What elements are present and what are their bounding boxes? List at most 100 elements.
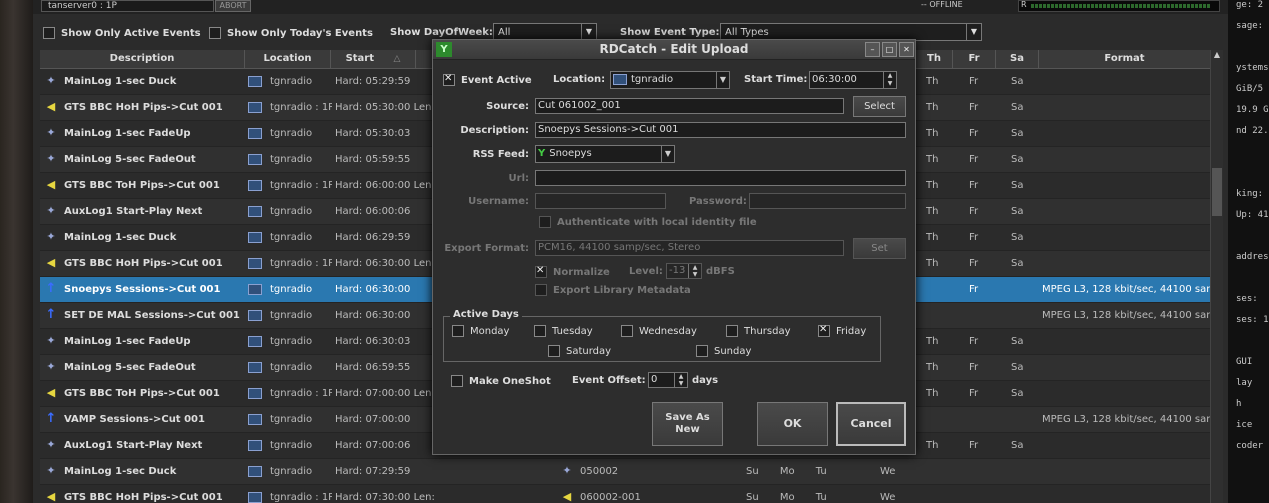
dialog-titlebar[interactable]: Y RDCatch - Edit Upload – □ ✕ xyxy=(433,40,915,60)
row-description: ↑ Snoepys Sessions->Cut 001 xyxy=(44,277,244,302)
col-sa[interactable]: Sa xyxy=(996,50,1039,68)
row-start: Hard: 06:30:03 xyxy=(335,336,411,347)
col-format[interactable]: Format xyxy=(1039,50,1210,68)
terminal-line: coder xyxy=(1236,441,1264,451)
day-tuesday[interactable]: Tuesday xyxy=(534,325,593,337)
monitor-icon xyxy=(248,179,262,191)
row-day-sa: Sa xyxy=(1011,388,1024,399)
auth-checkbox[interactable] xyxy=(539,216,551,228)
ok-button[interactable]: OK xyxy=(757,402,828,446)
event-active-option[interactable]: Event Active xyxy=(443,73,532,86)
day-thursday[interactable]: Thursday xyxy=(726,325,791,337)
wednesday-checkbox[interactable] xyxy=(621,325,633,337)
minimize-icon[interactable]: – xyxy=(865,42,880,57)
day-wednesday[interactable]: Wednesday xyxy=(621,325,697,337)
username-label: Username: xyxy=(468,196,529,207)
thursday-checkbox[interactable] xyxy=(726,325,738,337)
table-row[interactable]: ◀ GTS BBC HoH Pips->Cut 001 tgnradio : 1P H… xyxy=(40,485,1210,503)
scroll-up-icon[interactable]: ▲ xyxy=(1211,50,1223,62)
friday-checkbox[interactable] xyxy=(818,324,830,337)
sort-asc-icon: △ xyxy=(393,54,401,64)
oneshot-option[interactable]: Make OneShot xyxy=(451,375,551,387)
row-day-sa: Sa xyxy=(1011,232,1024,243)
show-today-filter[interactable]: Show Only Today's Events xyxy=(209,27,373,39)
row-start: Hard: 05:59:55 xyxy=(335,154,411,165)
saturday-checkbox[interactable] xyxy=(548,345,560,357)
row-day-th: Th xyxy=(926,102,939,113)
location-select[interactable]: tgnradio ▼ xyxy=(610,71,730,89)
export-format-input[interactable]: PCM16, 44100 samp/sec, Stereo xyxy=(535,240,844,256)
row-description-text: GTS BBC HoH Pips->Cut 001 xyxy=(64,102,223,113)
row-format xyxy=(1042,95,1210,120)
save-as-new-button[interactable]: Save As New xyxy=(652,402,723,446)
level-input[interactable]: -13 ▲ ▼ xyxy=(666,263,702,279)
row-description-text: MainLog 1-sec Duck xyxy=(64,76,177,87)
cancel-button[interactable]: Cancel xyxy=(836,402,906,446)
row-location: tgnradio xyxy=(248,329,332,354)
row-description-text: MainLog 1-sec FadeUp xyxy=(64,128,191,139)
table-row[interactable]: ✦ MainLog 1-sec Duck tgnradio Hard: 07:29:5… xyxy=(40,459,1210,485)
normalize-checkbox[interactable] xyxy=(535,265,547,278)
row-description: ◀ GTS BBC ToH Pips->Cut 001 xyxy=(44,381,244,406)
description-input[interactable]: Snoepys Sessions->Cut 001 xyxy=(535,122,906,138)
table-scrollbar[interactable]: ▲ xyxy=(1210,50,1223,503)
row-description-text: AuxLog1 Start-Play Next xyxy=(64,440,203,451)
oneshot-checkbox[interactable] xyxy=(451,375,463,387)
col-start[interactable]: Start △ xyxy=(331,50,416,68)
export-metadata-option[interactable]: Export Library Metadata xyxy=(535,284,691,296)
row-day-th: Th xyxy=(926,154,939,165)
normalize-option[interactable]: Normalize xyxy=(535,265,610,278)
spin-icon[interactable]: ▲ ▼ xyxy=(688,264,701,278)
show-active-checkbox[interactable] xyxy=(43,27,55,39)
monitor-icon xyxy=(248,413,262,425)
show-today-checkbox[interactable] xyxy=(209,27,221,39)
rss-feed-select[interactable]: Y Snoepys ▼ xyxy=(535,145,675,163)
deck-status: -- OFFLINE xyxy=(921,0,963,9)
start-time-input[interactable]: 06:30:00 ▲ ▼ xyxy=(809,71,897,89)
scrollbar-thumb[interactable] xyxy=(1212,168,1222,216)
spin-icon[interactable]: ▲ ▼ xyxy=(883,72,896,88)
sunday-checkbox[interactable] xyxy=(696,345,708,357)
event-active-checkbox[interactable] xyxy=(443,73,455,86)
select-button[interactable]: Select xyxy=(853,96,906,117)
source-input[interactable]: Cut 061002_001 xyxy=(535,98,844,114)
row-day-th: Th xyxy=(926,258,939,269)
rss-feed-label: RSS Feed: xyxy=(472,149,529,160)
row-format: MPEG L3, 128 kbit/sec, 44100 sam xyxy=(1042,310,1210,321)
col-th[interactable]: Th xyxy=(916,50,953,68)
url-input[interactable] xyxy=(535,170,906,186)
monday-checkbox[interactable] xyxy=(452,325,464,337)
export-metadata-checkbox[interactable] xyxy=(535,284,547,296)
dow-value: All xyxy=(498,27,511,38)
col-fr[interactable]: Fr xyxy=(953,50,996,68)
dbfs-label: dBFS xyxy=(706,266,735,277)
maximize-icon[interactable]: □ xyxy=(882,42,897,57)
day-monday[interactable]: Monday xyxy=(452,325,509,337)
spin-icon[interactable]: ▲ ▼ xyxy=(674,373,687,387)
day-friday[interactable]: Friday xyxy=(818,324,866,337)
speaker-icon: ◀ xyxy=(46,178,56,191)
row-format: MPEG L3, 128 kbit/sec, 44100 sam xyxy=(1042,284,1210,295)
set-button[interactable]: Set xyxy=(853,238,906,259)
active-days-group: Active Days Monday Tuesday Wednesday Thu… xyxy=(443,309,881,362)
row-day-th: Th xyxy=(926,180,939,191)
monitor-icon xyxy=(248,153,262,165)
password-input[interactable] xyxy=(749,193,906,209)
username-input[interactable] xyxy=(535,193,666,209)
row-description-text: GTS BBC ToH Pips->Cut 001 xyxy=(64,180,220,191)
show-active-filter[interactable]: Show Only Active Events xyxy=(43,27,201,39)
abort-button[interactable]: ABORT xyxy=(215,0,251,12)
day-saturday[interactable]: Saturday xyxy=(548,345,611,357)
tuesday-checkbox[interactable] xyxy=(534,325,546,337)
col-description[interactable]: Description xyxy=(40,50,245,68)
start-time-label: Start Time: xyxy=(744,74,808,85)
row-day-sa: Sa xyxy=(1011,336,1024,347)
close-icon[interactable]: ✕ xyxy=(899,42,914,57)
event-offset-input[interactable]: 0 ▲ ▼ xyxy=(648,372,688,388)
row-description: ✦ MainLog 1-sec Duck xyxy=(44,459,244,484)
row-day-th xyxy=(926,303,956,328)
auth-option[interactable]: Authenticate with local identity file xyxy=(539,216,757,228)
col-location[interactable]: Location xyxy=(245,50,331,68)
monitor-icon xyxy=(248,439,262,451)
day-sunday[interactable]: Sunday xyxy=(696,345,751,357)
